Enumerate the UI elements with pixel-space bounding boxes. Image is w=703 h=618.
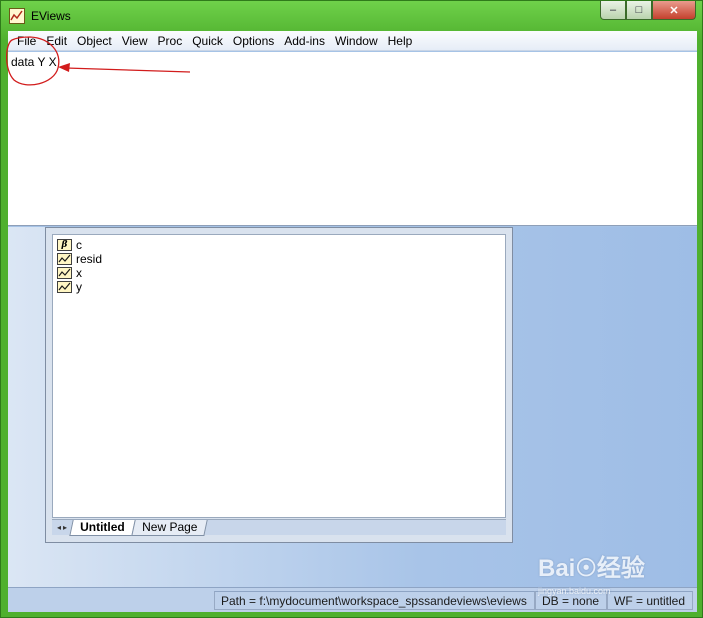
list-item[interactable]: y [57, 280, 501, 294]
menu-view[interactable]: View [117, 31, 153, 51]
status-wf: WF = untitled [607, 591, 693, 610]
menu-window[interactable]: Window [330, 31, 383, 51]
series-icon [57, 267, 72, 279]
title-bar[interactable]: EViews – □ ✕ [1, 1, 703, 31]
eviews-logo-icon [9, 8, 25, 24]
menu-edit[interactable]: Edit [41, 31, 72, 51]
page-tab-bar: ◂ ▸ Untitled New Page [52, 519, 506, 536]
menu-add-ins[interactable]: Add-ins [279, 31, 330, 51]
command-text: data Y X [11, 55, 57, 69]
object-label: x [76, 266, 82, 280]
tab-label: Untitled [80, 519, 125, 534]
coefficient-icon: β [57, 239, 72, 251]
command-window[interactable]: data Y X [8, 52, 697, 226]
menu-proc[interactable]: Proc [153, 31, 188, 51]
minimize-button[interactable]: – [600, 1, 626, 20]
menu-object[interactable]: Object [72, 31, 117, 51]
list-item[interactable]: x [57, 266, 501, 280]
close-button[interactable]: ✕ [652, 1, 696, 20]
object-label: c [76, 238, 82, 252]
maximize-button[interactable]: □ [626, 1, 652, 20]
tab-new-page[interactable]: New Page [130, 519, 208, 536]
menu-bar: File Edit Object View Proc Quick Options… [8, 31, 697, 51]
menu-quick[interactable]: Quick [187, 31, 228, 51]
watermark-subtext: jingyan.baidu.com [538, 586, 611, 596]
object-label: resid [76, 252, 103, 266]
series-icon [57, 253, 72, 265]
tab-prev-icon[interactable]: ◂ [57, 523, 61, 532]
window-title: EViews [31, 9, 71, 23]
menu-help[interactable]: Help [383, 31, 418, 51]
series-icon [57, 281, 72, 293]
mdi-workspace: β c resid x y ◂ ▸ Untitled New Page [8, 227, 697, 587]
application-window: EViews – □ ✕ File Edit Object View Proc … [0, 0, 703, 618]
workfile-window: β c resid x y ◂ ▸ Untitled New Page [45, 227, 513, 543]
status-path: Path = f:\mydocument\workspace_spssandev… [214, 591, 535, 610]
workfile-object-list[interactable]: β c resid x y [52, 234, 506, 518]
tab-next-icon[interactable]: ▸ [63, 523, 67, 532]
menu-options[interactable]: Options [228, 31, 279, 51]
watermark-text: Bai☉经验 [538, 555, 645, 582]
tab-untitled[interactable]: Untitled [69, 519, 136, 536]
tab-scroll-controls: ◂ ▸ [52, 523, 72, 532]
client-area: File Edit Object View Proc Quick Options… [8, 31, 697, 612]
baidu-watermark: Bai☉经验 jingyan.baidu.com [538, 548, 645, 596]
list-item[interactable]: resid [57, 252, 501, 266]
menu-file[interactable]: File [12, 31, 41, 51]
window-controls: – □ ✕ [600, 1, 696, 21]
list-item[interactable]: β c [57, 238, 501, 252]
object-label: y [76, 280, 82, 294]
tab-label: New Page [141, 519, 198, 534]
